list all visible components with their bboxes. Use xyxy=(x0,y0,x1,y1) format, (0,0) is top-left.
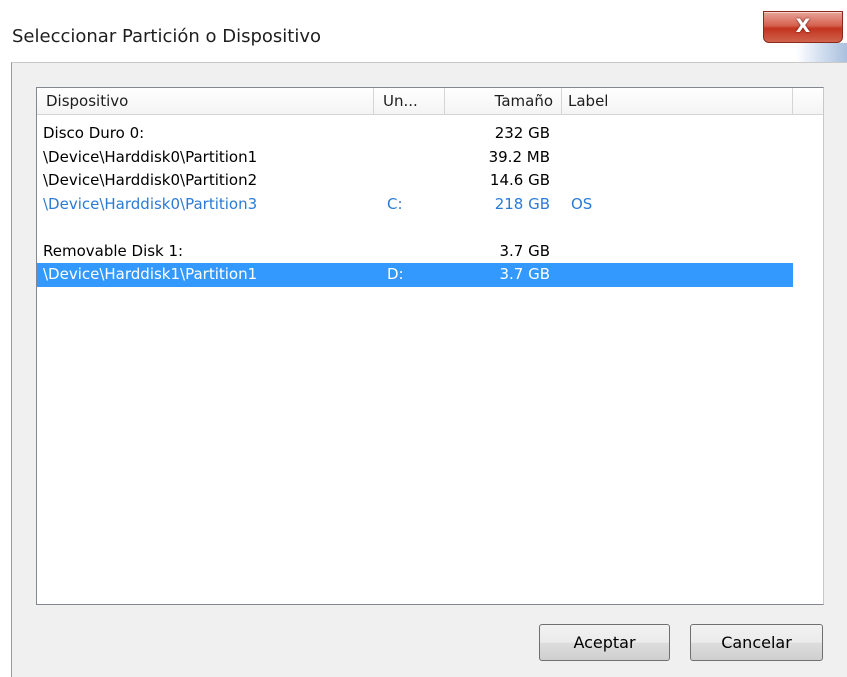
close-button[interactable]: X xyxy=(763,11,843,43)
size-cell: 14.6 GB xyxy=(489,171,550,189)
device-cell: \Device\Harddisk1\Partition1 xyxy=(43,265,258,283)
device-cell: \Device\Harddisk0\Partition1 xyxy=(43,147,258,166)
list-item[interactable]: \Device\Harddisk0\Partition2 14.6 GB xyxy=(37,169,823,193)
list-item[interactable]: \Device\Harddisk0\Partition1 39.2 MB xyxy=(37,146,823,170)
list-item[interactable]: \Device\Harddisk1\Partition1 D: 3.7 GB xyxy=(37,263,793,287)
list-header: Dispositivo Un... Tamaño Label xyxy=(37,88,823,115)
list-item[interactable]: Removable Disk 1: 3.7 GB xyxy=(37,240,823,264)
size-cell: 3.7 GB xyxy=(499,241,550,260)
size-cell: 3.7 GB xyxy=(499,265,550,283)
cancel-button[interactable]: Cancelar xyxy=(690,624,823,661)
column-header-label[interactable]: Label xyxy=(562,88,793,114)
size-cell: 218 GB xyxy=(494,194,550,213)
device-cell: \Device\Harddisk0\Partition3 xyxy=(43,194,258,213)
column-header-size[interactable]: Tamaño xyxy=(445,88,562,114)
column-header-device[interactable]: Dispositivo xyxy=(37,88,374,114)
size-cell: 39.2 MB xyxy=(488,147,550,166)
device-cell: Disco Duro 0: xyxy=(43,124,145,142)
accept-button[interactable]: Aceptar xyxy=(539,624,670,661)
label-cell: OS xyxy=(571,194,593,213)
window-title: Seleccionar Partición o Dispositivo xyxy=(12,26,322,47)
unit-cell: D: xyxy=(387,265,404,283)
device-cell: Removable Disk 1: xyxy=(43,241,184,260)
list-item[interactable]: \Device\Harddisk0\Partition3 C: 218 GB OS xyxy=(37,193,823,217)
column-header-unit[interactable]: Un... xyxy=(374,88,445,114)
size-cell: 232 GB xyxy=(494,124,550,142)
device-cell: \Device\Harddisk0\Partition2 xyxy=(43,171,258,189)
column-header-filler xyxy=(793,88,823,114)
list-rows: Disco Duro 0: 232 GB \Device\Harddisk0\Par… xyxy=(37,122,823,287)
titlebar-glass-edge xyxy=(796,43,847,62)
list-item[interactable]: Disco Duro 0: 232 GB xyxy=(37,122,823,146)
close-icon: X xyxy=(795,15,811,37)
unit-cell: C: xyxy=(387,194,403,213)
title-bar: Seleccionar Partición o Dispositivo X xyxy=(0,0,847,62)
device-list[interactable]: Dispositivo Un... Tamaño Label Disco Dur… xyxy=(36,87,824,605)
